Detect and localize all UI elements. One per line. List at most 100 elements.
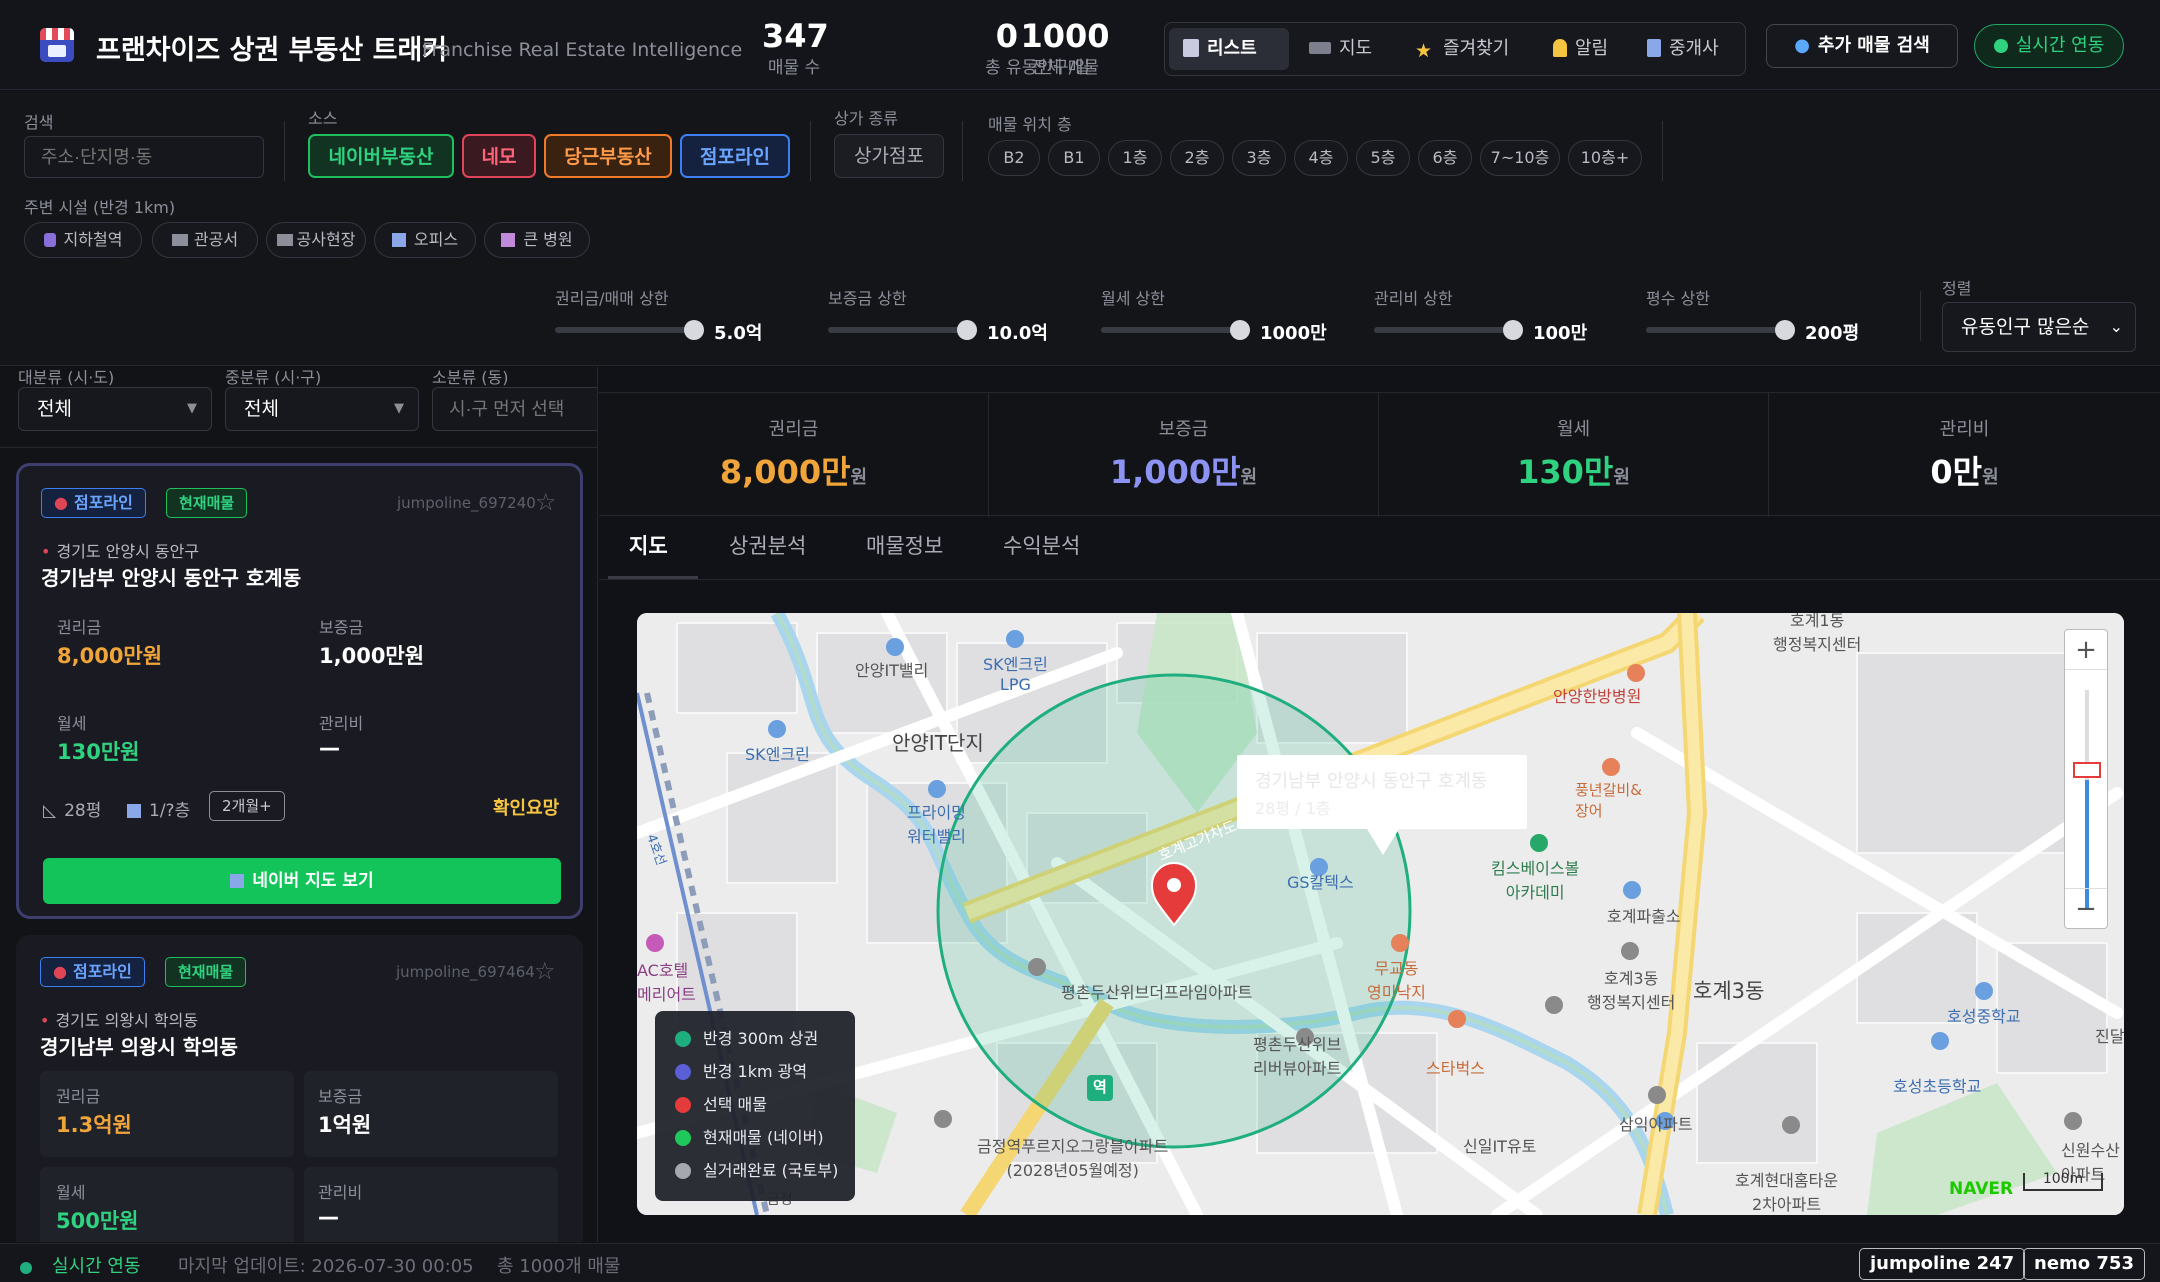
region-mid-select[interactable]: 전체 ▼ xyxy=(225,387,419,431)
ruler-icon: ◺ xyxy=(43,801,57,821)
floor-2-pill[interactable]: 2층 xyxy=(1170,140,1224,176)
tab-listing-info[interactable]: 매물정보 xyxy=(866,530,943,560)
naver-map-button[interactable]: 네이버 지도 보기 xyxy=(43,858,561,904)
nearby-subway-pill[interactable]: 지하철역 xyxy=(24,222,142,258)
slider-knob-premium[interactable] xyxy=(684,320,704,340)
popup-title: 경기남부 안양시 동안구 호계동 xyxy=(1255,771,1488,792)
source-nemo-chip[interactable]: 네모 xyxy=(462,134,536,178)
legend-item: 선택 매물 xyxy=(675,1091,767,1115)
zoom-in-button[interactable]: + xyxy=(2065,630,2107,670)
premium-value: 8,000만원 xyxy=(57,644,163,668)
legend-dot xyxy=(675,1097,691,1113)
status-bar: 실시간 연동 마지막 업데이트: 2026-07-30 00:05 총 1000… xyxy=(0,1243,2160,1282)
source-jumpoline-chip[interactable]: 점포라인 xyxy=(680,134,790,178)
slider-knob-mgmt[interactable] xyxy=(1503,320,1523,340)
favorite-star-icon[interactable]: ☆ xyxy=(535,490,559,514)
listing-card[interactable]: ● 점포라인 현재매물 jumpoline_697464 ☆ • 경기도 의왕시 학… xyxy=(16,935,583,1242)
construction-icon xyxy=(276,234,293,246)
chevron-down-icon: ⌄ xyxy=(2109,317,2123,336)
slider-label-area: 평수 상한 xyxy=(1646,289,1710,308)
listing-id: jumpoline_697464 xyxy=(396,963,535,981)
station-icon[interactable]: 역 xyxy=(1093,1076,1107,1097)
floor-b2-pill[interactable]: B2 xyxy=(988,140,1040,176)
tab-map[interactable]: 지도 xyxy=(629,530,668,560)
tab-trade-area[interactable]: 상권분석 xyxy=(729,530,806,560)
source-naver-chip[interactable]: 네이버부동산 xyxy=(308,134,454,178)
detail-tabs: 지도 상권분석 매물정보 수익분석 xyxy=(599,516,2160,580)
slider-value-area: 200평 xyxy=(1805,323,1860,344)
slider-track-premium[interactable] xyxy=(555,327,695,333)
floor-4-pill[interactable]: 4층 xyxy=(1294,140,1348,176)
sort-select[interactable]: 유동인구 많은순 ⌄ xyxy=(1942,302,2136,352)
listing-card[interactable]: ● 점포라인 현재매물 jumpoline_697240 ☆ • 경기도 안양시 동… xyxy=(16,463,583,919)
floor-7-10-pill[interactable]: 7~10층 xyxy=(1480,140,1560,176)
premium-value: 1.3억원 xyxy=(56,1113,132,1137)
region-minor-label: 소분류 (동) xyxy=(432,368,509,387)
nearby-office-pill[interactable]: 오피스 xyxy=(374,222,476,258)
legend-dot xyxy=(675,1163,691,1179)
slider-track-mgmt[interactable] xyxy=(1374,327,1514,333)
stat-label: 전체 매물 xyxy=(1031,58,1099,78)
divider xyxy=(810,121,811,181)
rent-label: 월세 xyxy=(56,1183,86,1202)
stat-label: 매물 수 xyxy=(767,58,821,78)
region-major-select[interactable]: 전체 ▼ xyxy=(18,387,212,431)
mgmt-value: — xyxy=(319,736,340,760)
pin-icon: ● xyxy=(53,962,67,981)
type-label: 상가 종류 xyxy=(834,109,898,128)
slider-value-deposit: 10.0억 xyxy=(987,323,1048,344)
search-icon: ● xyxy=(1794,35,1810,56)
map-label: 호계3동 xyxy=(1693,979,1765,1003)
source-danggeun-chip[interactable]: 당근부동산 xyxy=(544,134,672,178)
pin-icon: • xyxy=(40,1011,50,1030)
map-label: 삼익아파트 xyxy=(1619,1115,1693,1134)
floor-1-pill[interactable]: 1층 xyxy=(1108,140,1162,176)
nearby-hospital-pill[interactable]: 큰 병원 xyxy=(484,222,590,258)
favorite-star-icon[interactable]: ☆ xyxy=(534,959,558,983)
region-minor-input[interactable] xyxy=(432,387,597,431)
live-sync-button[interactable]: 실시간 연동 xyxy=(1974,24,2124,68)
caret-down-icon: ▼ xyxy=(187,401,197,416)
store-logo-icon xyxy=(40,28,74,62)
sort-label: 정렬 xyxy=(1942,279,1972,298)
slider-knob-area[interactable] xyxy=(1775,320,1795,340)
search-input[interactable] xyxy=(24,136,264,178)
nav-brokers[interactable]: 중개사 xyxy=(1633,28,1733,70)
map-label: 호성중학교 xyxy=(1947,1007,2021,1026)
nearby-government-pill[interactable]: 관공서 xyxy=(152,222,258,258)
nav-alerts[interactable]: 알림 xyxy=(1539,28,1622,70)
floor-3-pill[interactable]: 3층 xyxy=(1232,140,1286,176)
nearby-construction-pill[interactable]: 공사현장 xyxy=(266,222,366,258)
zoom-handle[interactable] xyxy=(2073,762,2101,778)
premium-label: 권리금 xyxy=(57,618,102,637)
slider-track-deposit[interactable] xyxy=(828,327,968,333)
slider-knob-deposit[interactable] xyxy=(957,320,977,340)
slider-track-area[interactable] xyxy=(1646,327,1786,333)
map-view[interactable]: 안양IT밸리 SK엔크린 LPG 안양IT단지 SK엔크린 프라이밍 워터밸리 … xyxy=(637,613,2124,1215)
nav-list[interactable]: 리스트 xyxy=(1169,28,1289,70)
map-label: SK엔크린 xyxy=(745,745,810,764)
deposit-label: 보증금 xyxy=(318,1087,363,1106)
floor-5-pill[interactable]: 5층 xyxy=(1356,140,1410,176)
map-canvas[interactable] xyxy=(637,613,2124,1215)
listing-popup: 경기남부 안양시 동안구 호계동 28평 / 1층 xyxy=(1237,755,1527,855)
slider-knob-rent[interactable] xyxy=(1230,320,1250,340)
more-search-button[interactable]: ● 추가 매물 검색 xyxy=(1766,24,1958,68)
naver-logo: NAVER xyxy=(1949,1179,2014,1199)
tab-profit[interactable]: 수익분석 xyxy=(1003,530,1080,560)
slider-track-rent[interactable] xyxy=(1101,327,1241,333)
zoom-out-button[interactable]: − xyxy=(2065,888,2107,928)
map-label: 안양IT밸리 xyxy=(855,661,929,680)
nav-map[interactable]: 지도 xyxy=(1295,28,1386,70)
map-label: SK엔크린 LPG xyxy=(983,655,1048,694)
map-label: 호계3동 행정복지센터 xyxy=(1587,969,1676,1012)
type-store-chip[interactable]: 상가점포 xyxy=(834,134,944,178)
floor-b1-pill[interactable]: B1 xyxy=(1048,140,1100,176)
floor-6-pill[interactable]: 6층 xyxy=(1418,140,1472,176)
app-title: 프랜차이즈 상권 부동산 트래커 xyxy=(96,35,448,66)
map-label: 호계1동 행정복지센터 xyxy=(1773,613,1862,654)
mgmt-value: — xyxy=(318,1205,339,1229)
nav-favorites[interactable]: ★ 즐겨찾기 xyxy=(1401,28,1523,70)
area-meta: ◺ 28평 xyxy=(43,801,102,821)
floor-10plus-pill[interactable]: 10층+ xyxy=(1568,140,1642,176)
